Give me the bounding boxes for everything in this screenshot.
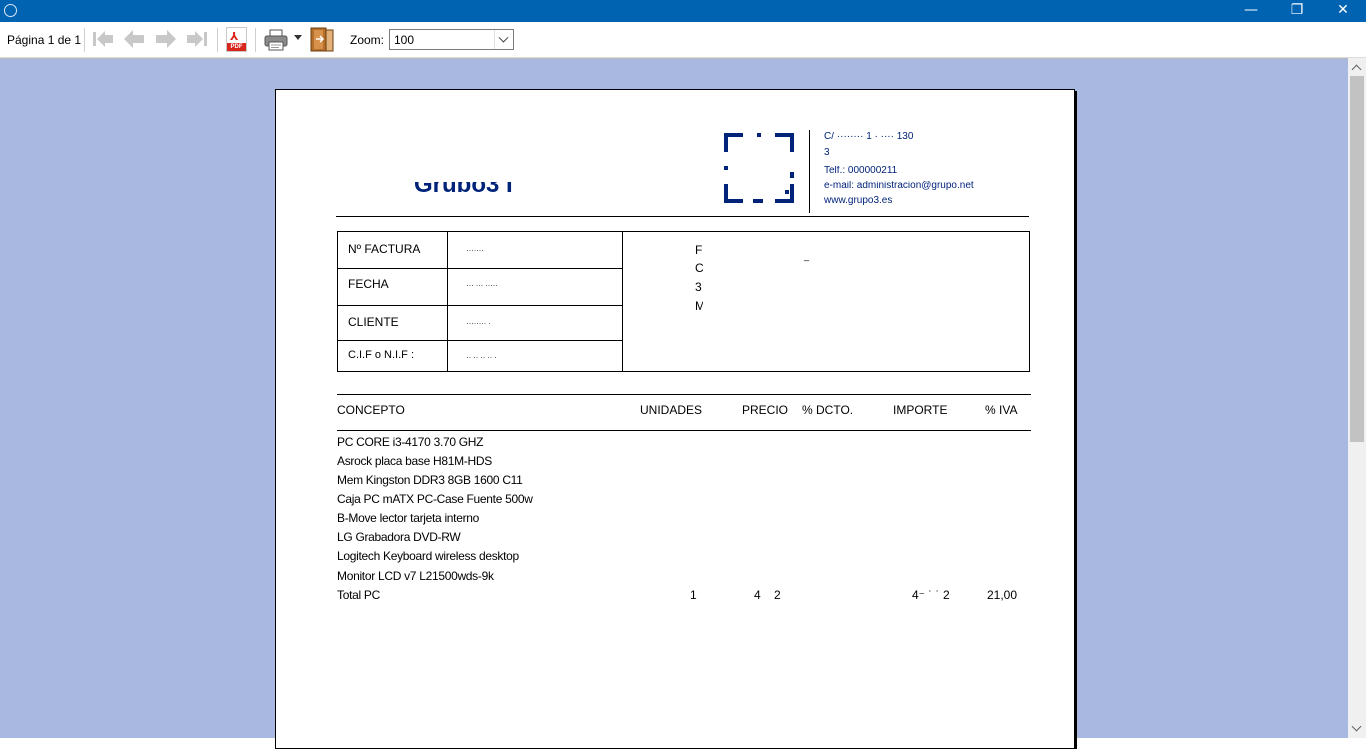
line-item: PC CORE i3-4170 3.70 GHZ: [337, 435, 484, 449]
client-address-line: F: [695, 243, 703, 257]
toolbar-separator: [84, 28, 85, 52]
invoice-number-label: Nº FACTURA: [348, 242, 421, 256]
invoice-page: Grupo3 I C/ ········ 1 · ···· 130 3 Telf…: [275, 89, 1075, 749]
client-name-fragment: _: [804, 251, 810, 261]
line-item: Mem Kingston DDR3 8GB 1600 C11: [337, 473, 523, 487]
line-item: LG Grabadora DVD-RW: [337, 530, 461, 544]
contact-website: www.grupo3.es: [824, 196, 893, 205]
tax-id-value: ·· ·· ·· ·· ·: [466, 352, 497, 362]
pdf-glyph: ⅄: [230, 31, 239, 43]
info-column-divider: [447, 232, 448, 371]
pdf-band: PDF: [227, 43, 246, 51]
header-divider: [809, 130, 810, 213]
line-item: Logitech Keyboard wireless desktop: [337, 549, 519, 563]
total-amount: 4⁻ ˙ ˙ 2: [912, 588, 950, 602]
column-importe: IMPORTE: [893, 403, 948, 417]
title-bar: — ❐ ✕: [0, 0, 1366, 22]
zoom-value: 100: [394, 33, 415, 47]
next-page-icon[interactable]: [154, 29, 178, 49]
first-page-icon[interactable]: [91, 29, 115, 49]
vertical-scrollbar[interactable]: [1348, 58, 1366, 738]
close-button[interactable]: ✕: [1320, 0, 1366, 22]
previous-page-icon[interactable]: [122, 29, 146, 49]
company-name: Grupo3 I: [414, 182, 513, 192]
contact-address: C/ ········ 1 · ···· 130: [824, 132, 914, 141]
info-row-divider: [338, 340, 623, 341]
line-item: B-Move lector tarjeta interno: [337, 511, 480, 525]
chevron-down-icon[interactable]: [494, 30, 513, 49]
client-address-line: C: [695, 261, 703, 275]
report-toolbar: Página 1 de 1 ⅄ PDF Zoom: 100: [0, 22, 1366, 58]
maximize-button[interactable]: ❐: [1274, 0, 1320, 22]
column-descuento: % DCTO.: [802, 403, 854, 417]
columns-top-rule: [337, 394, 1031, 395]
client-address-line: M: [695, 299, 703, 313]
app-icon: [4, 4, 17, 17]
contact-phone: Telf.: 000000211: [824, 166, 898, 175]
toolbar-separator: [217, 28, 218, 52]
column-concepto: CONCEPTO: [337, 403, 405, 417]
exit-door-icon[interactable]: [310, 27, 334, 52]
line-item: Caja PC mATX PC-Case Fuente 500w: [337, 492, 533, 506]
scrollbar-thumb[interactable]: [1350, 76, 1364, 442]
date-value: ··· ··· ·····: [466, 280, 498, 290]
invoice-info-table: Nº FACTURA FECHA CLIENTE C.I.F o N.I.F :…: [337, 231, 1030, 372]
date-label: FECHA: [348, 277, 389, 291]
info-row-divider: [338, 305, 623, 306]
total-units: 1: [690, 588, 697, 602]
column-iva: % IVA: [985, 403, 1018, 417]
contact-city: 3: [824, 148, 830, 157]
column-unidades: UNIDADES: [640, 403, 703, 417]
contact-email: e-mail: administracion@grupo.net: [824, 181, 974, 190]
scroll-down-icon[interactable]: [1348, 720, 1366, 736]
zoom-select[interactable]: 100: [389, 29, 514, 50]
print-options-chevron-down-icon[interactable]: [294, 35, 302, 40]
invoice-number-value: ·······: [466, 245, 484, 255]
zoom-label: Zoom:: [350, 33, 385, 47]
header-rule: [336, 216, 1029, 217]
company-logo-icon: [724, 133, 794, 203]
minimize-button[interactable]: —: [1228, 0, 1274, 22]
client-address-line: 3: [695, 280, 702, 294]
info-address-divider: [622, 232, 623, 371]
column-precio: PRECIO: [742, 403, 789, 417]
client-value: ········ ·: [466, 318, 491, 328]
total-vat: 21,00: [987, 588, 1018, 602]
info-row-divider: [338, 268, 623, 269]
total-line-item: Total PC: [337, 588, 380, 602]
printer-icon[interactable]: [264, 29, 288, 51]
pdf-export-icon[interactable]: ⅄ PDF: [226, 27, 247, 52]
line-item: Monitor LCD v7 L21500wds-9k: [337, 569, 494, 583]
line-item: Asrock placa base H81M-HDS: [337, 454, 492, 468]
toolbar-separator: [255, 28, 256, 52]
columns-bottom-rule: [337, 430, 1031, 431]
scroll-up-icon[interactable]: [1348, 60, 1366, 76]
total-price: 4 2: [754, 588, 781, 602]
page-indicator: Página 1 de 1: [7, 33, 82, 47]
tax-id-label: C.I.F o N.I.F :: [348, 349, 415, 361]
last-page-icon[interactable]: [185, 29, 209, 49]
client-label: CLIENTE: [348, 315, 399, 329]
